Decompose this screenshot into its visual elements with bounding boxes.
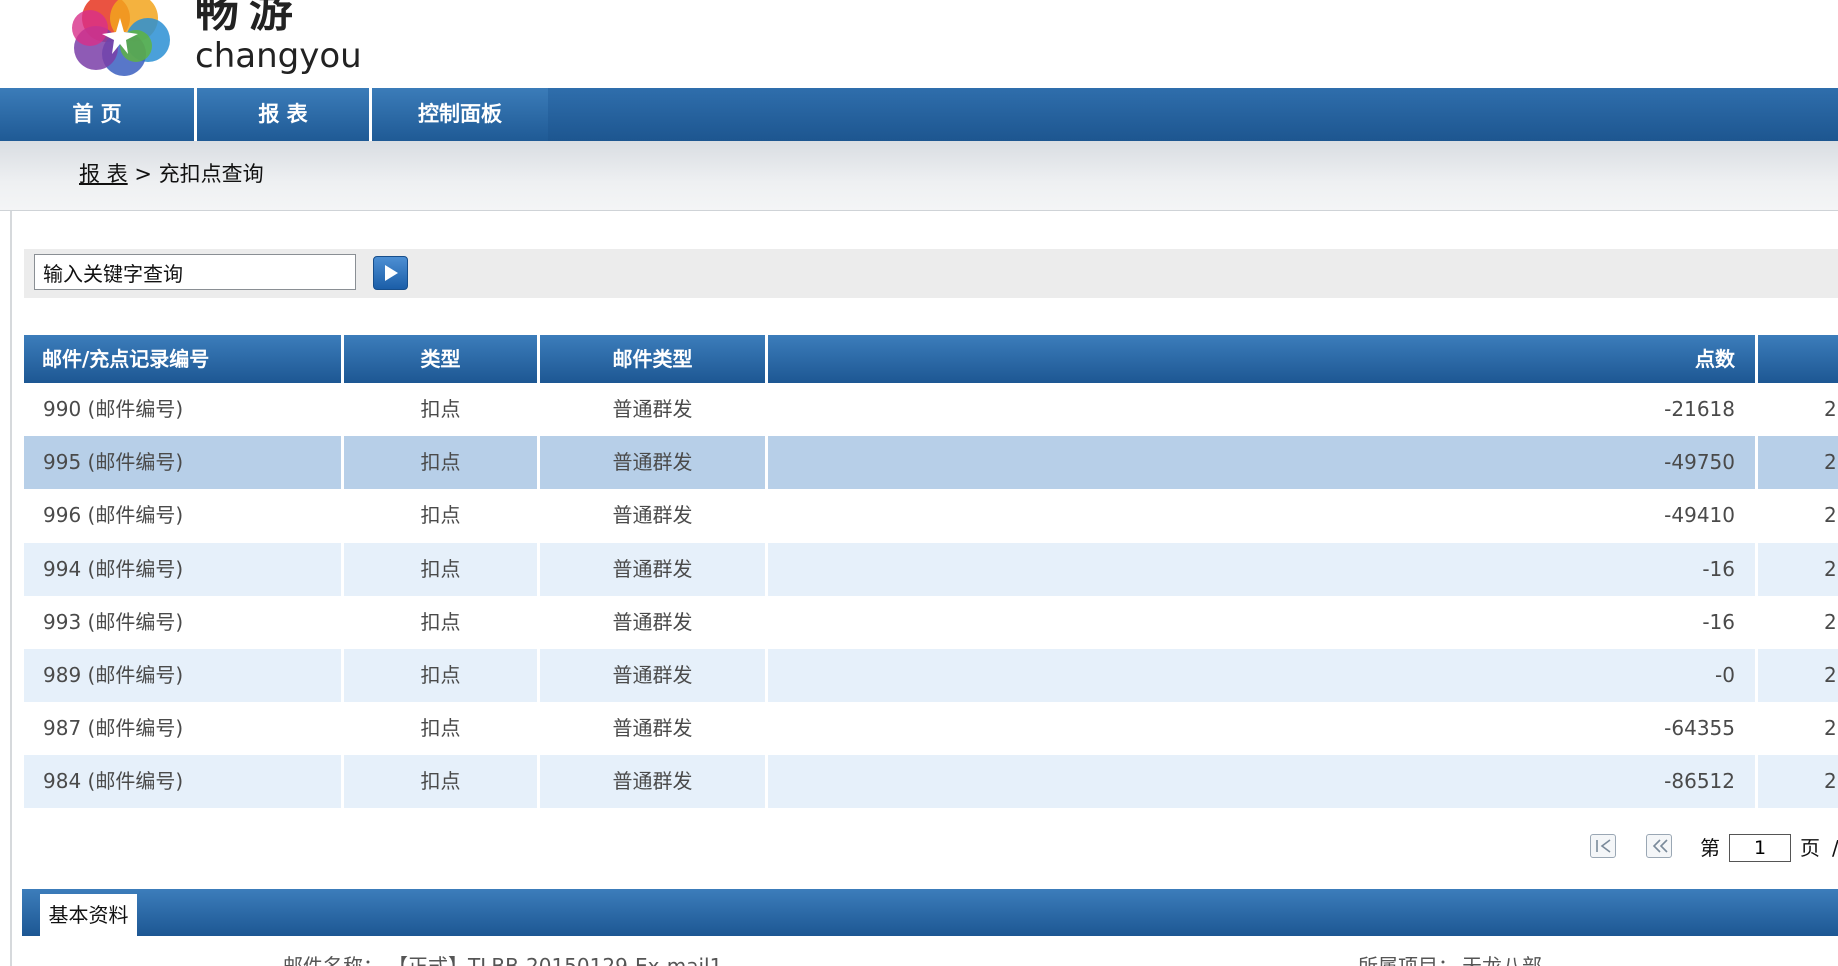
cell-points: -0 <box>768 649 1755 702</box>
cell-type: 扣点 <box>344 542 537 596</box>
column-header-date[interactable] <box>1758 335 1838 383</box>
breadcrumb-separator: > <box>127 162 159 186</box>
pager-prefix: 第 <box>1700 836 1720 860</box>
page-number-input[interactable] <box>1729 834 1791 862</box>
cell-record-id: 984 (邮件编号) <box>24 755 341 809</box>
table-row[interactable]: 996 (邮件编号) 扣点 普通群发 -49410 201 <box>24 489 1838 542</box>
cell-points: -16 <box>1702 609 1735 634</box>
cell-points: -86512 <box>768 755 1755 809</box>
cell-points: -49750 <box>768 436 1755 490</box>
cell-points: -64355 <box>1664 716 1735 741</box>
previous-page-button[interactable] <box>1646 834 1672 858</box>
first-page-icon <box>1596 839 1611 853</box>
cell-date: 201 <box>1824 397 1838 421</box>
table-row[interactable]: 990 (邮件编号) 扣点 普通群发 -21618 201 <box>24 383 1838 436</box>
first-page-button[interactable] <box>1590 834 1616 858</box>
project-value: 天龙八部 <box>1462 954 1542 966</box>
column-header-record-id[interactable]: 邮件/充点记录编号 <box>24 335 341 383</box>
table-row[interactable]: 987 (邮件编号) 扣点 普通群发 -64355 201 <box>24 702 1838 755</box>
mail-name-label: 邮件名称： <box>283 954 383 966</box>
cell-type: 扣点 <box>420 716 461 741</box>
cell-points: -21618 <box>1664 397 1735 421</box>
changyou-logo-icon <box>72 0 170 76</box>
cell-date: 201 <box>1758 649 1838 702</box>
search-button[interactable] <box>373 256 408 290</box>
nav-item-home[interactable]: 首 页 <box>0 88 194 141</box>
cell-mail-type: 普通群发 <box>612 397 693 421</box>
cell-record-id: 996 (邮件编号) <box>43 503 184 528</box>
nav-item-reports[interactable]: 报 表 <box>197 88 369 141</box>
cell-record-id: 994 (邮件编号) <box>24 542 341 596</box>
cell-type: 扣点 <box>344 649 537 702</box>
column-header-type[interactable]: 类型 <box>344 335 537 383</box>
cell-date: 201 <box>1758 755 1838 809</box>
cell-date: 201 <box>1824 609 1838 634</box>
cell-record-id: 987 (邮件编号) <box>43 716 184 741</box>
cell-mail-type: 普通群发 <box>540 649 765 702</box>
cell-date: 201 <box>1824 716 1838 741</box>
breadcrumb: 报 表 > 充扣点查询 <box>79 160 264 188</box>
cell-type: 扣点 <box>344 755 537 809</box>
column-header-mail-type[interactable]: 邮件类型 <box>540 335 765 383</box>
brand-name-en: changyou <box>195 36 362 76</box>
header: 畅游 changyou <box>0 0 1838 88</box>
cell-type: 扣点 <box>344 436 537 490</box>
main-nav: 首 页 报 表 控制面板 <box>0 88 1838 141</box>
cell-mail-type: 普通群发 <box>540 755 765 809</box>
table-row[interactable]: 989 (邮件编号)扣点普通群发-0201 <box>24 649 1838 702</box>
cell-points: -16 <box>768 542 1755 596</box>
pager-suffix: 页 <box>1800 836 1820 860</box>
cell-mail-type: 普通群发 <box>540 542 765 596</box>
cell-date: 201 <box>1758 436 1838 490</box>
cell-type: 扣点 <box>420 397 461 421</box>
search-input[interactable] <box>34 254 356 290</box>
cell-points: -49410 <box>1664 503 1735 528</box>
cell-record-id: 995 (邮件编号) <box>24 436 341 490</box>
cell-date: 201 <box>1824 503 1838 528</box>
pager-slash: / <box>1832 835 1838 861</box>
cell-type: 扣点 <box>420 609 461 634</box>
cell-mail-type: 普通群发 <box>540 436 765 490</box>
breadcrumb-link-reports[interactable]: 报 表 <box>79 162 128 186</box>
table-row[interactable]: 993 (邮件编号) 扣点 普通群发 -16 201 <box>24 596 1838 649</box>
column-header-points[interactable]: 点数 <box>768 335 1755 383</box>
info-panel-header <box>22 889 1838 936</box>
cell-mail-type: 普通群发 <box>612 609 693 634</box>
cell-record-id: 993 (邮件编号) <box>43 609 184 634</box>
cell-date: 201 <box>1758 542 1838 596</box>
mail-name-value: 【正式】TLBB-20150129-Ex-mail1 <box>388 954 723 966</box>
project-label: 所属项目： <box>1358 954 1458 966</box>
cell-record-id: 990 (邮件编号) <box>43 397 184 421</box>
breadcrumb-current: 充扣点查询 <box>158 162 264 186</box>
cell-mail-type: 普通群发 <box>612 503 693 528</box>
play-arrow-icon <box>385 265 398 281</box>
tab-basic-info[interactable]: 基本资料 <box>40 894 137 936</box>
table-row[interactable]: 994 (邮件编号)扣点普通群发-16201 <box>24 542 1838 596</box>
brand-name-cn: 畅游 <box>195 0 303 37</box>
table-row[interactable]: 995 (邮件编号)扣点普通群发-49750201 <box>24 436 1838 490</box>
nav-item-control-panel[interactable]: 控制面板 <box>372 88 548 141</box>
cell-record-id: 989 (邮件编号) <box>24 649 341 702</box>
double-chevron-left-icon <box>1652 839 1668 853</box>
table-row[interactable]: 984 (邮件编号)扣点普通群发-86512201 <box>24 755 1838 809</box>
cell-type: 扣点 <box>420 503 461 528</box>
cell-mail-type: 普通群发 <box>612 716 693 741</box>
breadcrumb-bar <box>0 141 1838 211</box>
